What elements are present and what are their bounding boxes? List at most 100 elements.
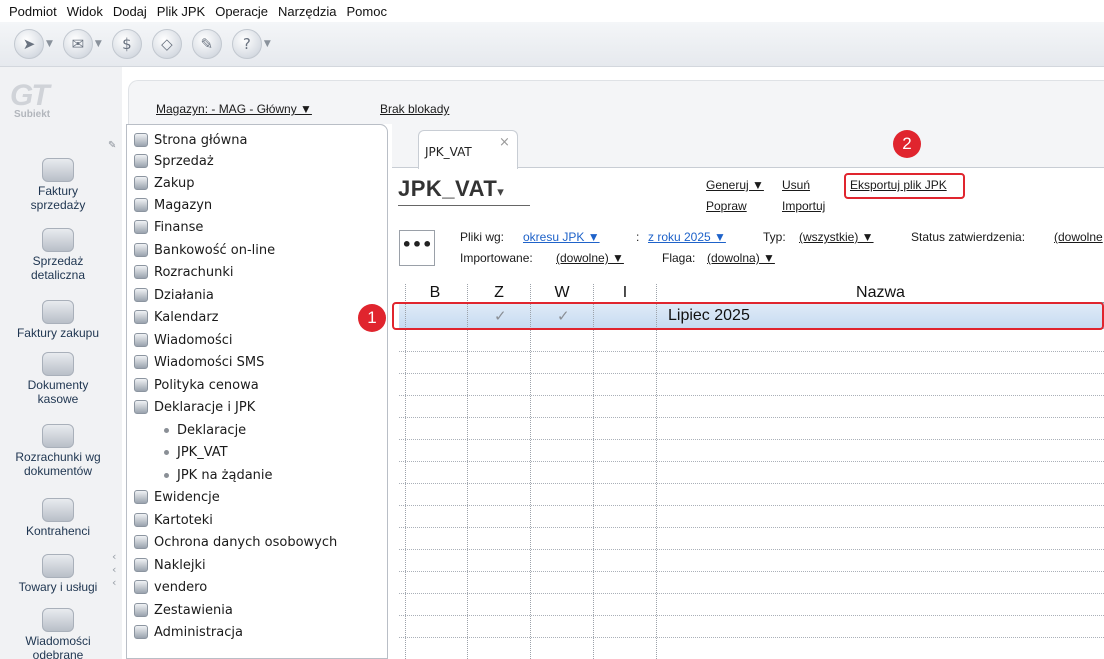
- help-icon: ?: [231, 29, 262, 59]
- nav-item-rozrachunki[interactable]: Rozrachunki: [134, 262, 234, 282]
- nav-item-strona-glowna[interactable]: Strona główna: [134, 130, 247, 150]
- rok-filter[interactable]: z roku 2025 ▼: [648, 230, 726, 244]
- tab-jpk-vat[interactable]: JPK_VAT ×: [418, 130, 518, 169]
- flaga-label: Flaga:: [662, 251, 696, 265]
- magazyn-selector[interactable]: Magazyn: - MAG - Główny ▼: [156, 102, 312, 116]
- pliki-filter[interactable]: okresu JPK ▼: [523, 230, 600, 244]
- column-header-z[interactable]: Z: [468, 284, 530, 302]
- logo-mark: GT: [10, 79, 50, 112]
- column-header-i[interactable]: I: [594, 284, 656, 302]
- more-options-button[interactable]: •••: [399, 230, 435, 266]
- menu-narzedzia[interactable]: Narzędzia: [273, 4, 342, 19]
- column-header-b[interactable]: B: [405, 284, 465, 302]
- chevron-down-icon[interactable]: ▼: [264, 39, 271, 49]
- blokada-link[interactable]: Brak blokady: [380, 102, 449, 116]
- nav-item-zakup[interactable]: Zakup: [134, 173, 195, 193]
- sidebar-item-wiadomosci[interactable]: Wiadomości odebrane: [0, 608, 116, 659]
- importuj-button[interactable]: Importuj: [782, 199, 825, 213]
- nav-item-kartoteki[interactable]: Kartoteki: [134, 510, 213, 530]
- nav-label: Zakup: [154, 175, 195, 191]
- menu-bar: Podmiot Widok Dodaj Plik JPK Operacje Na…: [0, 0, 640, 22]
- nav-item-naklejki[interactable]: Naklejki: [134, 555, 206, 575]
- flaga-filter[interactable]: (dowolna) ▼: [707, 251, 775, 265]
- nav-item-bankowosc[interactable]: Bankowość on-line: [134, 240, 275, 260]
- tools-button[interactable]: ✎: [191, 29, 222, 59]
- sidebar-item-faktury-zakupu[interactable]: Faktury zakupu: [0, 300, 116, 340]
- nav-item-wiadomosci[interactable]: Wiadomości: [134, 330, 233, 350]
- sidebar-item-sprzedaz-detaliczna[interactable]: Sprzedaż detaliczna: [0, 228, 116, 282]
- nav-item-sprzedaz[interactable]: Sprzedaż: [134, 151, 214, 171]
- sidebar-item-rozrachunki[interactable]: Rozrachunki wg dokumentów: [0, 424, 116, 478]
- nav-item-administracja[interactable]: Administracja: [134, 622, 243, 642]
- column-header-w[interactable]: W: [531, 284, 593, 302]
- nav-subitem-deklaracje[interactable]: Deklaracje: [164, 420, 246, 440]
- sidebar-item-dokumenty-kasowe[interactable]: Dokumenty kasowe: [0, 352, 116, 406]
- sidebar-scroll-arrows[interactable]: ‹ ‹ ‹: [112, 550, 116, 589]
- nav-item-zestawienia[interactable]: Zestawienia: [134, 600, 233, 620]
- actions-icon: [134, 288, 148, 302]
- menu-plik-jpk[interactable]: Plik JPK: [152, 4, 210, 19]
- sidebar-label: Sprzedaż: [32, 254, 84, 268]
- nav-subitem-jpk-vat[interactable]: JPK_VAT: [164, 442, 228, 462]
- settlements-icon: [134, 265, 148, 279]
- records-icon: [134, 490, 148, 504]
- nav-item-vendero[interactable]: vendero: [134, 577, 207, 597]
- nav-item-dzialania[interactable]: Działania: [134, 285, 214, 305]
- menu-pomoc[interactable]: Pomoc: [341, 4, 391, 19]
- tag-button[interactable]: ◇: [151, 29, 182, 59]
- money-button[interactable]: $: [111, 29, 142, 59]
- menu-dodaj[interactable]: Dodaj: [108, 4, 152, 19]
- envelope-icon: [134, 333, 148, 347]
- mail-button[interactable]: ✉ ▼: [62, 29, 102, 59]
- title-underline: [398, 205, 530, 206]
- sidebar-label: dokumentów: [23, 464, 93, 478]
- nav-item-sms[interactable]: Wiadomości SMS: [134, 352, 264, 372]
- popraw-button[interactable]: Popraw: [706, 199, 747, 213]
- column-header-nazwa[interactable]: Nazwa: [657, 284, 1104, 302]
- subiekt-logo: GT Subiekt: [10, 79, 70, 129]
- nav-label: Zestawienia: [154, 602, 233, 618]
- nav-item-deklaracje-jpk[interactable]: Deklaracje i JPK: [134, 397, 255, 417]
- nav-item-ewidencje[interactable]: Ewidencje: [134, 487, 220, 507]
- home-icon: [134, 133, 148, 147]
- typ-filter[interactable]: (wszystkie) ▼: [799, 230, 874, 244]
- nav-subitem-jpk-na-zadanie[interactable]: JPK na żądanie: [164, 465, 273, 485]
- importowane-label: Importowane:: [460, 251, 533, 265]
- menu-operacje[interactable]: Operacje: [210, 4, 273, 19]
- close-icon[interactable]: ×: [499, 135, 510, 150]
- nav-item-kalendarz[interactable]: Kalendarz: [134, 307, 219, 327]
- nav-label: Sprzedaż: [154, 153, 214, 169]
- row-divider: [399, 373, 1104, 374]
- chevron-down-icon[interactable]: ▾: [497, 184, 504, 199]
- sidebar-item-kontrahenci[interactable]: Kontrahenci: [0, 498, 116, 538]
- nav-item-polityka-cenowa[interactable]: Polityka cenowa: [134, 375, 259, 395]
- menu-widok[interactable]: Widok: [62, 4, 108, 19]
- menu-podmiot[interactable]: Podmiot: [4, 4, 62, 19]
- importowane-filter[interactable]: (dowolne) ▼: [556, 251, 624, 265]
- page-title[interactable]: JPK_VAT▾: [398, 176, 504, 202]
- help-button[interactable]: ? ▼: [231, 29, 271, 59]
- chevron-down-icon[interactable]: ▼: [95, 39, 102, 49]
- sales-icon: [134, 154, 148, 168]
- sidebar-label: Faktury: [37, 184, 78, 198]
- nav-label: Kartoteki: [154, 512, 213, 528]
- nav-item-magazyn[interactable]: Magazyn: [134, 195, 212, 215]
- nav-label: JPK_VAT: [177, 444, 228, 460]
- nav-item-finanse[interactable]: Finanse: [134, 217, 203, 237]
- send-button[interactable]: ➤ ▼: [14, 29, 53, 59]
- bullet-icon: [164, 427, 169, 433]
- nav-label: Kalendarz: [154, 309, 219, 325]
- status-filter[interactable]: (dowolne: [1054, 230, 1103, 244]
- sidebar-item-towary[interactable]: Towary i usługi: [0, 554, 116, 594]
- usun-button[interactable]: Usuń: [782, 178, 810, 192]
- chevron-down-icon[interactable]: ▼: [46, 39, 53, 49]
- nav-item-ochrona-danych[interactable]: Ochrona danych osobowych: [134, 532, 337, 552]
- sidebar-item-faktury-sprzedazy[interactable]: Faktury sprzedaży: [0, 158, 116, 212]
- status-label: Status zatwierdzenia:: [911, 230, 1026, 244]
- nav-label: Deklaracje i JPK: [154, 399, 256, 415]
- jpk-files-table: [399, 284, 1104, 659]
- nav-label: Wiadomości SMS: [154, 354, 265, 370]
- pin-icon[interactable]: ✎: [108, 140, 116, 151]
- generuj-button[interactable]: Generuj ▼: [706, 178, 764, 192]
- admin-icon: [134, 625, 148, 639]
